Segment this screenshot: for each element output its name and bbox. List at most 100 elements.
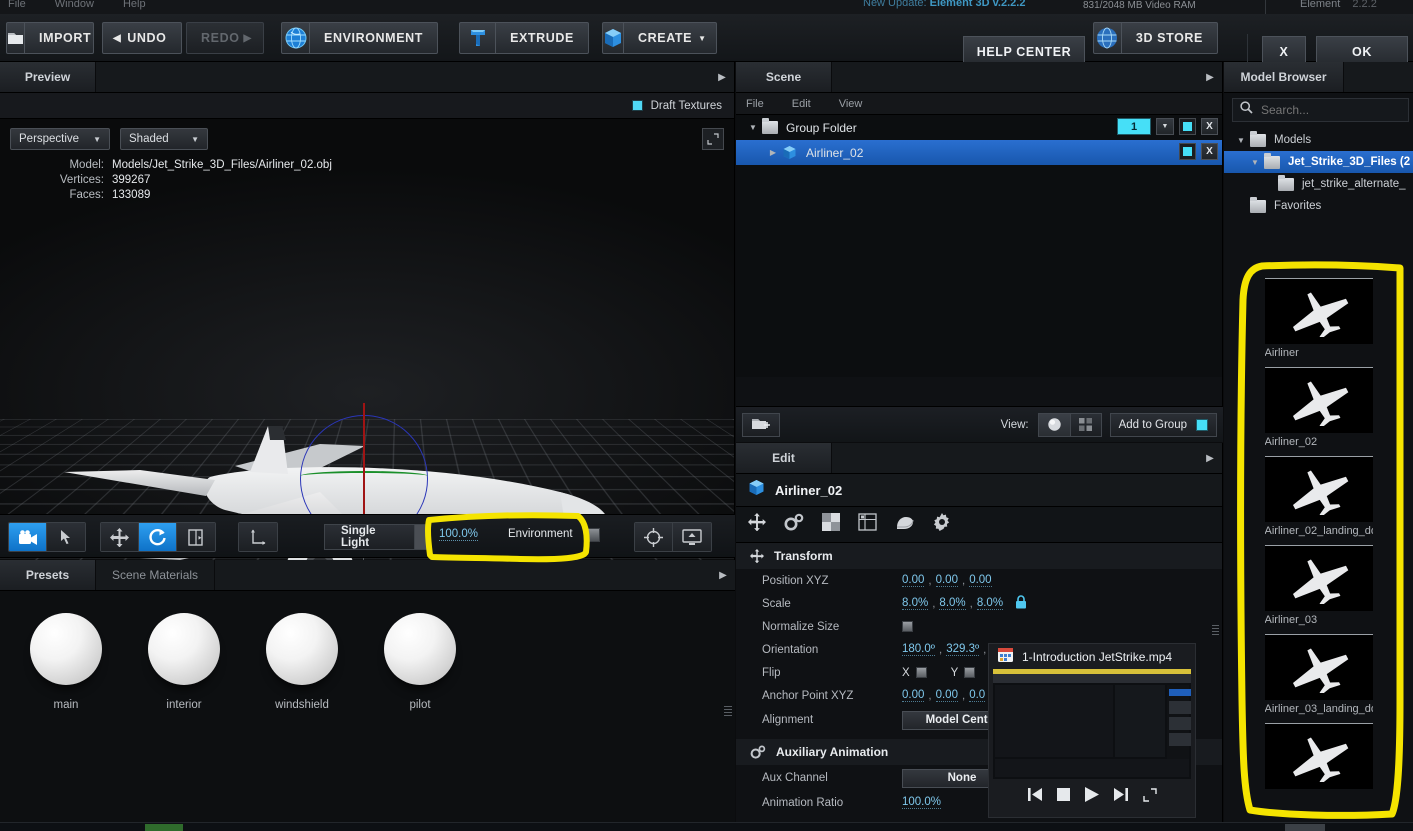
expand-viewport-icon[interactable] <box>702 128 724 150</box>
chevron-right-icon[interactable]: ▶ <box>764 148 782 157</box>
rotate-tool-button[interactable] <box>139 523 177 551</box>
update-notice[interactable]: New Update: Element 3D v.2.2.2 <box>863 0 1025 9</box>
model-thumbnail[interactable] <box>1264 367 1373 433</box>
ambient-occlusion-icon[interactable] <box>895 514 915 536</box>
tab-scene-materials[interactable]: Scene Materials <box>96 560 216 590</box>
model-thumb-item[interactable]: Airliner_03_landing_dow <box>1264 634 1373 715</box>
edit-scrollbar[interactable] <box>1211 623 1220 663</box>
video-player-overlay[interactable]: 1-Introduction JetStrike.mp4 <box>988 643 1196 818</box>
camera-tool-button[interactable] <box>9 523 47 551</box>
orientation-x-value[interactable]: 180.0º <box>902 643 935 656</box>
animation-category-icon[interactable] <box>784 513 804 536</box>
anchor-y-value[interactable]: 0.00 <box>935 689 958 702</box>
menu-window[interactable]: Window <box>55 0 94 10</box>
model-thumbnail[interactable] <box>1264 456 1373 522</box>
center-view-button[interactable] <box>635 523 673 551</box>
chevron-down-icon[interactable]: ▼ <box>1156 118 1174 135</box>
tab-scene[interactable]: Scene <box>736 62 832 92</box>
menu-help[interactable]: Help <box>123 0 146 10</box>
model-thumb-item[interactable]: Airliner_03 <box>1264 545 1373 626</box>
model-thumbnail[interactable] <box>1264 723 1373 789</box>
presets-scrollbar[interactable] <box>724 594 732 794</box>
model-thumb-item[interactable]: Airliner_02_landing_dow <box>1264 456 1373 537</box>
move-tool-button[interactable] <box>101 523 139 551</box>
flip-x-checkbox[interactable] <box>915 667 927 678</box>
edit-panel-menu-icon[interactable]: ▶ <box>1198 443 1222 473</box>
video-frame[interactable] <box>993 669 1191 779</box>
scale-tool-button[interactable] <box>177 523 215 551</box>
anchor-z-value[interactable]: 0.0 <box>969 689 986 702</box>
texture-category-icon[interactable] <box>822 513 840 536</box>
next-frame-button[interactable] <box>1113 788 1128 806</box>
taskbar-item[interactable] <box>145 824 183 831</box>
mb-tree-row-alternate[interactable]: jet_strike_alternate_ <box>1224 173 1413 195</box>
lock-icon[interactable] <box>1015 595 1027 612</box>
axis-tool-button[interactable] <box>239 523 277 551</box>
sphere-view-button[interactable] <box>1038 413 1070 436</box>
model-thumbnail-list[interactable]: Airliner Airliner_02 Airliner_02_landing… <box>1224 278 1413 831</box>
delete-row-button[interactable]: X <box>1201 143 1218 160</box>
chevron-down-icon[interactable]: ▼ <box>1246 158 1264 167</box>
mb-tree-row-jet-strike[interactable]: ▼ Jet_Strike_3D_Files (2 <box>1224 151 1413 173</box>
anchor-x-value[interactable]: 0.00 <box>902 689 925 702</box>
scale-y-value[interactable]: 8.0% <box>939 597 966 610</box>
light-preset-dropdown[interactable]: Single Light <box>324 524 429 550</box>
visibility-toggle[interactable] <box>1179 118 1196 135</box>
material-item[interactable]: interior <box>140 613 228 711</box>
position-x-value[interactable]: 0.00 <box>902 574 925 587</box>
position-y-value[interactable]: 0.00 <box>935 574 958 587</box>
undo-button[interactable]: ◀ UNDO <box>102 22 182 54</box>
presets-panel-menu-icon[interactable]: ▶ <box>711 560 735 590</box>
3d-viewport[interactable]: Perspective ▼ Shaded ▼ Model: Models/Jet… <box>0 119 734 560</box>
light-intensity-value[interactable]: 100.0% <box>439 528 479 541</box>
draft-textures-checkbox[interactable] <box>631 100 643 111</box>
search-input[interactable] <box>1261 103 1391 117</box>
chevron-down-icon[interactable]: ▼ <box>744 123 762 132</box>
scale-x-value[interactable]: 8.0% <box>902 597 929 610</box>
scale-z-value[interactable]: 8.0% <box>976 597 1004 610</box>
mb-tree-row-models[interactable]: ▼ Models <box>1224 129 1413 151</box>
transform-category-icon[interactable] <box>748 513 766 536</box>
scene-tree-row-group-folder[interactable]: ▼ Group Folder 1 ▼ X <box>736 115 1222 140</box>
create-button[interactable]: CREATE ▼ <box>602 22 717 54</box>
shading-dropdown[interactable]: Shaded ▼ <box>120 128 208 150</box>
group-count-field[interactable]: 1 <box>1117 118 1151 135</box>
3d-store-button[interactable]: 3D STORE <box>1093 22 1218 54</box>
material-item[interactable]: main <box>22 613 110 711</box>
previous-frame-button[interactable] <box>1027 788 1042 806</box>
select-tool-button[interactable] <box>47 523 85 551</box>
delete-row-button[interactable]: X <box>1201 118 1218 135</box>
model-thumb-item[interactable] <box>1264 723 1373 792</box>
menu-file[interactable]: File <box>8 0 26 10</box>
visibility-toggle[interactable] <box>1179 143 1196 160</box>
scene-menu-edit[interactable]: Edit <box>792 98 811 110</box>
chevron-down-icon[interactable]: ▼ <box>1232 136 1250 145</box>
flip-y-checkbox[interactable] <box>964 667 976 678</box>
model-thumb-item[interactable]: Airliner <box>1264 278 1373 359</box>
tab-edit[interactable]: Edit <box>736 443 832 473</box>
taskbar-tray[interactable] <box>1285 824 1325 831</box>
model-search-box[interactable] <box>1232 98 1409 122</box>
grid-view-button[interactable] <box>1069 413 1101 436</box>
material-item[interactable]: windshield <box>258 613 346 711</box>
preview-panel-menu-icon[interactable]: ▶ <box>710 62 734 92</box>
material-item[interactable]: pilot <box>376 613 464 711</box>
add-to-group-button[interactable]: Add to Group <box>1109 412 1217 437</box>
extrude-button[interactable]: EXTRUDE <box>459 22 589 54</box>
fullscreen-button[interactable] <box>1142 787 1157 807</box>
orientation-y-value[interactable]: 329.3º <box>946 643 980 656</box>
animation-ratio-value[interactable]: 100.0% <box>902 796 942 809</box>
position-z-value[interactable]: 0.00 <box>969 574 992 587</box>
environment-swatch[interactable] <box>586 528 600 542</box>
model-thumbnail[interactable] <box>1264 278 1373 344</box>
scrollbar-grip[interactable] <box>724 704 732 722</box>
model-thumb-item[interactable]: Airliner_02 <box>1264 367 1373 448</box>
tab-model-browser[interactable]: Model Browser <box>1224 62 1344 92</box>
redo-button[interactable]: REDO ▶ <box>186 22 264 54</box>
model-thumbnail[interactable] <box>1264 634 1373 700</box>
scene-tree-row-airliner-02[interactable]: ▶ Airliner_02 X <box>736 140 1222 165</box>
normalize-size-checkbox[interactable] <box>902 621 913 632</box>
new-folder-button[interactable] <box>742 412 780 437</box>
mb-tree-row-favorites[interactable]: Favorites <box>1224 195 1413 217</box>
import-button[interactable]: IMPORT <box>6 22 94 54</box>
